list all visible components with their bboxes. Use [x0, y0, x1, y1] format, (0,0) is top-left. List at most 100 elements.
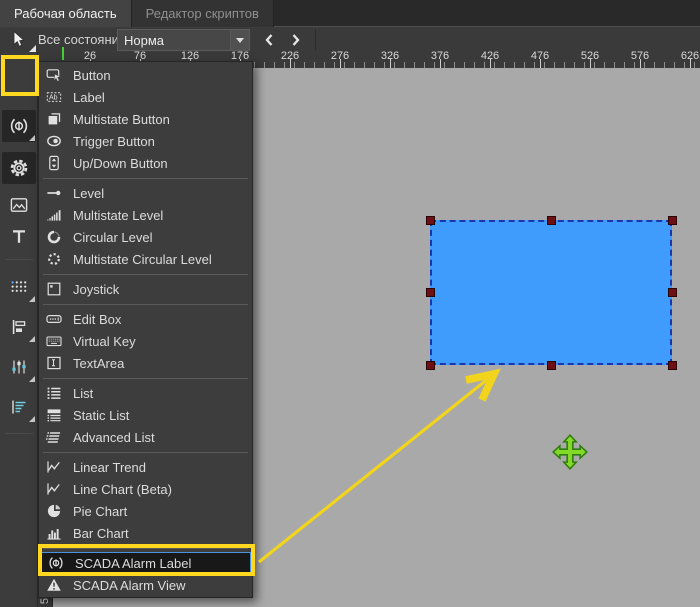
- sidebar-separator: [5, 433, 33, 434]
- distribute-tool[interactable]: [2, 351, 36, 383]
- menu-separator: [43, 547, 248, 549]
- menu-item-advanced-list[interactable]: Advanced List: [39, 426, 252, 448]
- menu-item-trigger-button[interactable]: Trigger Button: [39, 130, 252, 152]
- line-trend-icon: [46, 481, 62, 497]
- menu-item-line-chart-beta[interactable]: Line Chart (Beta): [39, 478, 252, 500]
- ruler-major-tick: [290, 59, 291, 68]
- chevron-right-icon: [292, 34, 300, 46]
- menu-item-label: Trigger Button: [73, 133, 155, 149]
- selected-widget-rect[interactable]: [430, 220, 672, 365]
- menu-item-joystick[interactable]: Joystick: [39, 278, 252, 300]
- ruler-origin-marker: [62, 47, 64, 60]
- menu-item-multistate-circular-level[interactable]: Multistate Circular Level: [39, 248, 252, 270]
- menu-item-virtual-key[interactable]: Virtual Key: [39, 330, 252, 352]
- menu-item-static-list[interactable]: Static List: [39, 404, 252, 426]
- dropdown-arrow-button[interactable]: [230, 30, 249, 50]
- ruler-major-tick: [690, 59, 691, 68]
- chevron-left-icon: [265, 34, 273, 46]
- arrange-tool[interactable]: [2, 391, 36, 423]
- menu-item-multistate-button[interactable]: Multistate Button: [39, 108, 252, 130]
- menu-item-label[interactable]: Ab Label: [39, 86, 252, 108]
- sidebar-separator: [5, 259, 33, 260]
- text-tool[interactable]: [2, 221, 36, 253]
- menu-item-scada-alarm-view[interactable]: SCADA Alarm View: [39, 574, 252, 596]
- previous-state-button[interactable]: [257, 29, 281, 51]
- menu-item-circular-level[interactable]: Circular Level: [39, 226, 252, 248]
- warning-icon: [46, 577, 62, 593]
- svg-text:Ab: Ab: [49, 95, 58, 102]
- menu-item-edit-box[interactable]: Edit Box: [39, 308, 252, 330]
- align-tool[interactable]: [2, 311, 36, 343]
- ruler-major-tick: [440, 59, 441, 68]
- select-tool-button[interactable]: [2, 27, 36, 52]
- menu-item-label: SCADA Alarm View: [73, 577, 186, 593]
- menu-separator: [43, 177, 248, 179]
- bars-ascending-icon: [46, 207, 62, 223]
- menu-item-label: Level: [73, 185, 105, 201]
- menu-item-label: TextArea: [73, 355, 125, 371]
- resize-handle-s[interactable]: [546, 360, 556, 370]
- tab-[interactable]: Рабочая область: [0, 0, 132, 27]
- menu-item-button[interactable]: Button: [39, 64, 252, 86]
- menu-item-up-down-button[interactable]: Up/Down Button: [39, 152, 252, 174]
- menu-item-pie-chart[interactable]: Pie Chart: [39, 500, 252, 522]
- menu-separator: [43, 451, 248, 453]
- menu-item-label: Static List: [73, 407, 130, 423]
- menu-item-textarea[interactable]: TextArea: [39, 352, 252, 374]
- menu-separator: [43, 303, 248, 305]
- ruler-major-tick: [540, 59, 541, 68]
- menu-item-label: Label: [73, 89, 105, 105]
- menu-item-scada-alarm-label[interactable]: SCADA Alarm Label: [40, 552, 251, 574]
- resize-handle-se[interactable]: [667, 360, 677, 370]
- textarea-icon: [46, 355, 62, 371]
- line-trend-icon: [46, 459, 62, 475]
- resize-handle-nw[interactable]: [425, 215, 435, 225]
- advanced-list-icon: [46, 429, 62, 445]
- menu-item-label: Edit Box: [73, 311, 122, 327]
- menu-item-label: Joystick: [73, 281, 120, 297]
- menu-item-label: Circular Level: [73, 229, 153, 245]
- menu-item-label: Up/Down Button: [73, 155, 168, 171]
- resize-handle-w[interactable]: [425, 288, 435, 297]
- layers-icon: [46, 111, 62, 127]
- arc-circle-icon: [46, 229, 62, 245]
- slider-dot-icon: [46, 185, 62, 201]
- state-dropdown[interactable]: Норма: [117, 29, 250, 51]
- ruler-major-tick: [640, 59, 641, 68]
- menu-item-label: Multistate Circular Level: [73, 251, 212, 267]
- resize-handle-e[interactable]: [667, 288, 677, 297]
- resize-handle-ne[interactable]: [667, 215, 677, 225]
- settings-tool[interactable]: [2, 152, 36, 184]
- menu-item-level[interactable]: Level: [39, 182, 252, 204]
- menu-item-linear-trend[interactable]: Linear Trend: [39, 456, 252, 478]
- menu-item-label: Button: [73, 67, 111, 83]
- spinner-icon: [46, 155, 62, 171]
- toggle-icon: [46, 133, 62, 149]
- resize-handle-n[interactable]: [546, 215, 556, 225]
- tab-bar: Рабочая область Редактор скриптов: [0, 0, 700, 27]
- toolbar: Все состояния Норма: [0, 28, 700, 52]
- menu-item-label: Bar Chart: [73, 525, 129, 541]
- alarm-widgets-tool[interactable]: [2, 110, 36, 142]
- cursor-arrow-icon: [13, 30, 25, 47]
- keyboard-icon: [46, 333, 62, 349]
- next-state-button[interactable]: [284, 29, 308, 51]
- image-tool[interactable]: [2, 189, 36, 221]
- menu-item-multistate-level[interactable]: Multistate Level: [39, 204, 252, 226]
- tool-sidebar: [0, 52, 38, 607]
- widget-grid-tool[interactable]: [2, 271, 36, 303]
- dotted-circle-icon: [46, 251, 62, 267]
- label-ab-icon: Ab: [46, 89, 62, 105]
- alarm-label-icon: [48, 555, 64, 571]
- menu-item-label: List: [73, 385, 94, 401]
- menu-item-label: Multistate Button: [73, 111, 170, 127]
- ruler-major-tick: [340, 59, 341, 68]
- ruler-major-tick: [390, 59, 391, 68]
- resize-handle-sw[interactable]: [425, 360, 435, 370]
- tab-[interactable]: Редактор скриптов: [131, 0, 274, 27]
- menu-item-list[interactable]: List: [39, 382, 252, 404]
- menu-item-bar-chart[interactable]: Bar Chart: [39, 522, 252, 544]
- move-cursor-icon: [552, 434, 588, 470]
- toolbar-separator: [315, 29, 316, 50]
- button-cursor-icon: [46, 67, 62, 83]
